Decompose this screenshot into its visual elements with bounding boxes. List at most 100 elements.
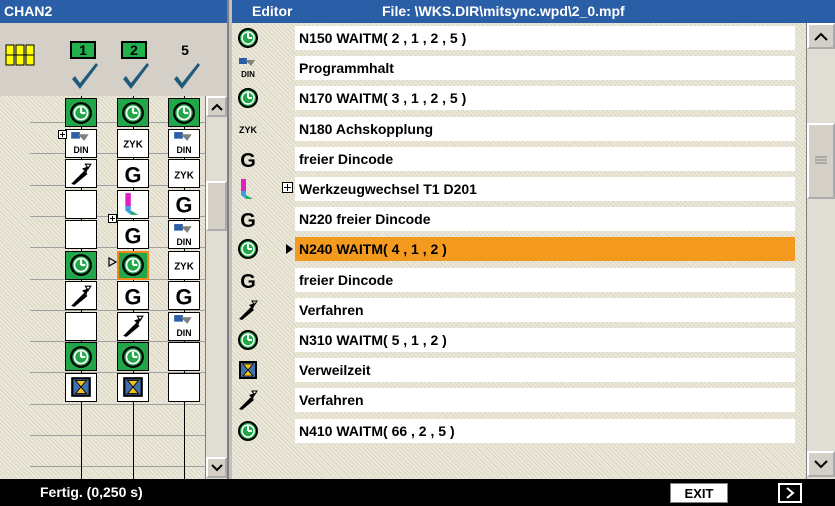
channel-block-cell[interactable]: G [117, 220, 149, 249]
channel-block-cell[interactable] [65, 281, 97, 310]
zyk-icon: ZYK [172, 253, 196, 277]
zyk-icon: ZYK [121, 131, 145, 155]
scroll-up-button[interactable] [807, 23, 835, 49]
channel-block-cell[interactable]: ZYK [117, 128, 149, 158]
program-row[interactable]: N240 WAITM( 4 , 1 , 2 ) [232, 234, 806, 264]
svg-text:G: G [125, 284, 142, 307]
channel-block-cell[interactable]: DIN [65, 128, 97, 158]
grid-line [30, 403, 205, 405]
scroll-down-button[interactable] [807, 451, 835, 477]
scroll-up-button[interactable] [206, 96, 227, 117]
clock-icon [237, 420, 259, 442]
program-row[interactable]: Werkzeugwechsel T1 D201 [232, 174, 806, 204]
channel-scrollbar[interactable] [205, 96, 227, 479]
g-code-icon: G [237, 148, 259, 170]
din-icon: DIN [69, 131, 93, 155]
program-row[interactable]: DIN Programmhalt [232, 53, 806, 83]
chevron-down-icon [814, 459, 828, 468]
clock-icon [237, 87, 259, 109]
row-icon-cell [236, 420, 260, 442]
din-icon: DIN [172, 223, 196, 247]
row-icon-cell [236, 299, 260, 321]
channel-block-cell[interactable] [117, 372, 149, 402]
next-button[interactable] [778, 483, 802, 503]
channel-block-cell[interactable]: G [117, 159, 149, 188]
program-row[interactable]: N410 WAITM( 66 , 2 , 5 ) [232, 416, 806, 446]
channel-block-cell[interactable]: DIN [168, 311, 200, 341]
din-icon: DIN [172, 314, 196, 338]
channel-bars-icon[interactable] [5, 41, 35, 69]
zyk-icon: ZYK [172, 162, 196, 186]
channel-block-cell[interactable]: G [168, 189, 200, 219]
svg-text:G: G [176, 193, 193, 216]
program-row[interactable]: G N220 freier Dincode [232, 204, 806, 234]
dwell-icon [237, 359, 259, 381]
expand-icon[interactable] [282, 182, 293, 193]
clock-icon [237, 27, 259, 49]
program-row-text: N150 WAITM( 2 , 1 , 2 , 5 ) [295, 26, 795, 50]
channel-block-cell[interactable]: DIN [168, 128, 200, 158]
program-editor[interactable]: N150 WAITM( 2 , 1 , 2 , 5 ) DIN Programmh… [232, 23, 806, 479]
channel-block-cell[interactable]: G [117, 281, 149, 310]
channel-block-cell[interactable] [65, 220, 97, 249]
program-row[interactable]: Gfreier Dincode [232, 144, 806, 174]
channel-block-cell[interactable] [117, 98, 149, 127]
program-row[interactable]: ZYK N180 Achskopplung [232, 114, 806, 144]
expand-icon[interactable] [58, 130, 67, 139]
program-row[interactable]: N150 WAITM( 2 , 1 , 2 , 5 ) [232, 23, 806, 53]
expand-icon[interactable] [108, 214, 117, 223]
channel-block-cell[interactable] [168, 98, 200, 127]
exit-button[interactable]: EXIT [670, 483, 728, 503]
dwell-icon [69, 375, 93, 399]
channel-number: 1 [70, 41, 96, 59]
program-row-text: N180 Achskopplung [295, 116, 795, 141]
svg-text:DIN: DIN [241, 70, 255, 79]
row-icon-cell [236, 389, 260, 411]
channel-block-cell[interactable]: DIN [168, 220, 200, 249]
editor-scrollbar[interactable] [806, 23, 835, 479]
channel-block-cell[interactable] [65, 372, 97, 402]
svg-text:ZYK: ZYK [174, 261, 194, 272]
channel-block-cell[interactable] [65, 98, 97, 127]
scroll-down-button[interactable] [206, 457, 227, 478]
channel-block-cell[interactable] [117, 311, 149, 341]
grid-line [30, 466, 205, 468]
program-row-text: N170 WAITM( 3 , 1 , 2 , 5 ) [295, 86, 795, 111]
channel-block-cell[interactable] [65, 189, 97, 219]
channel-block-cell[interactable] [65, 311, 97, 341]
scroll-thumb[interactable] [807, 123, 835, 199]
editor-panel: Editor File: \WKS.DIR\mitsync.wpd\2_0.mp… [232, 0, 835, 479]
grid-line [30, 435, 205, 436]
program-row[interactable]: Verweilzeit [232, 355, 806, 385]
status-text: Fertig. (0,250 s) [40, 484, 143, 500]
program-row[interactable]: Verfahren [232, 385, 806, 415]
channel-block-cell[interactable] [168, 372, 200, 402]
channel-block-cell[interactable]: G [168, 281, 200, 310]
channel-block-cell[interactable] [168, 342, 200, 371]
channel-block-cell[interactable] [117, 250, 149, 280]
channel-block-cell[interactable] [65, 159, 97, 188]
channel-block-cell[interactable] [117, 189, 149, 219]
program-row[interactable]: Verfahren [232, 295, 806, 325]
channel-block-cell[interactable]: ZYK [168, 159, 200, 188]
program-row[interactable]: N170 WAITM( 3 , 1 , 2 , 5 ) [232, 83, 806, 113]
program-row-text: freier Dincode [295, 267, 795, 292]
row-icon-cell [236, 238, 260, 260]
row-icon-cell: G [236, 208, 260, 230]
channel-grid[interactable]: DIN ZYK G G G DIN ZYK G DIN ZYK G DIN [0, 96, 205, 479]
program-row-text: Verfahren [295, 297, 795, 322]
clock-icon [237, 329, 259, 351]
svg-text:ZYK: ZYK [239, 125, 258, 135]
channel-block-cell[interactable]: ZYK [168, 250, 200, 280]
checkmark-icon [123, 63, 149, 89]
channel-block-cell[interactable] [65, 342, 97, 371]
chevron-up-icon [814, 32, 828, 41]
channel-block-cell[interactable] [117, 342, 149, 371]
scroll-thumb[interactable] [206, 181, 227, 231]
row-icon-cell: G [236, 269, 260, 291]
program-row[interactable]: N310 WAITM( 5 , 1 , 2 ) [232, 325, 806, 355]
svg-text:G: G [125, 162, 142, 185]
svg-text:DIN: DIN [73, 145, 88, 155]
channel-block-cell[interactable] [65, 250, 97, 280]
program-row[interactable]: Gfreier Dincode [232, 265, 806, 295]
